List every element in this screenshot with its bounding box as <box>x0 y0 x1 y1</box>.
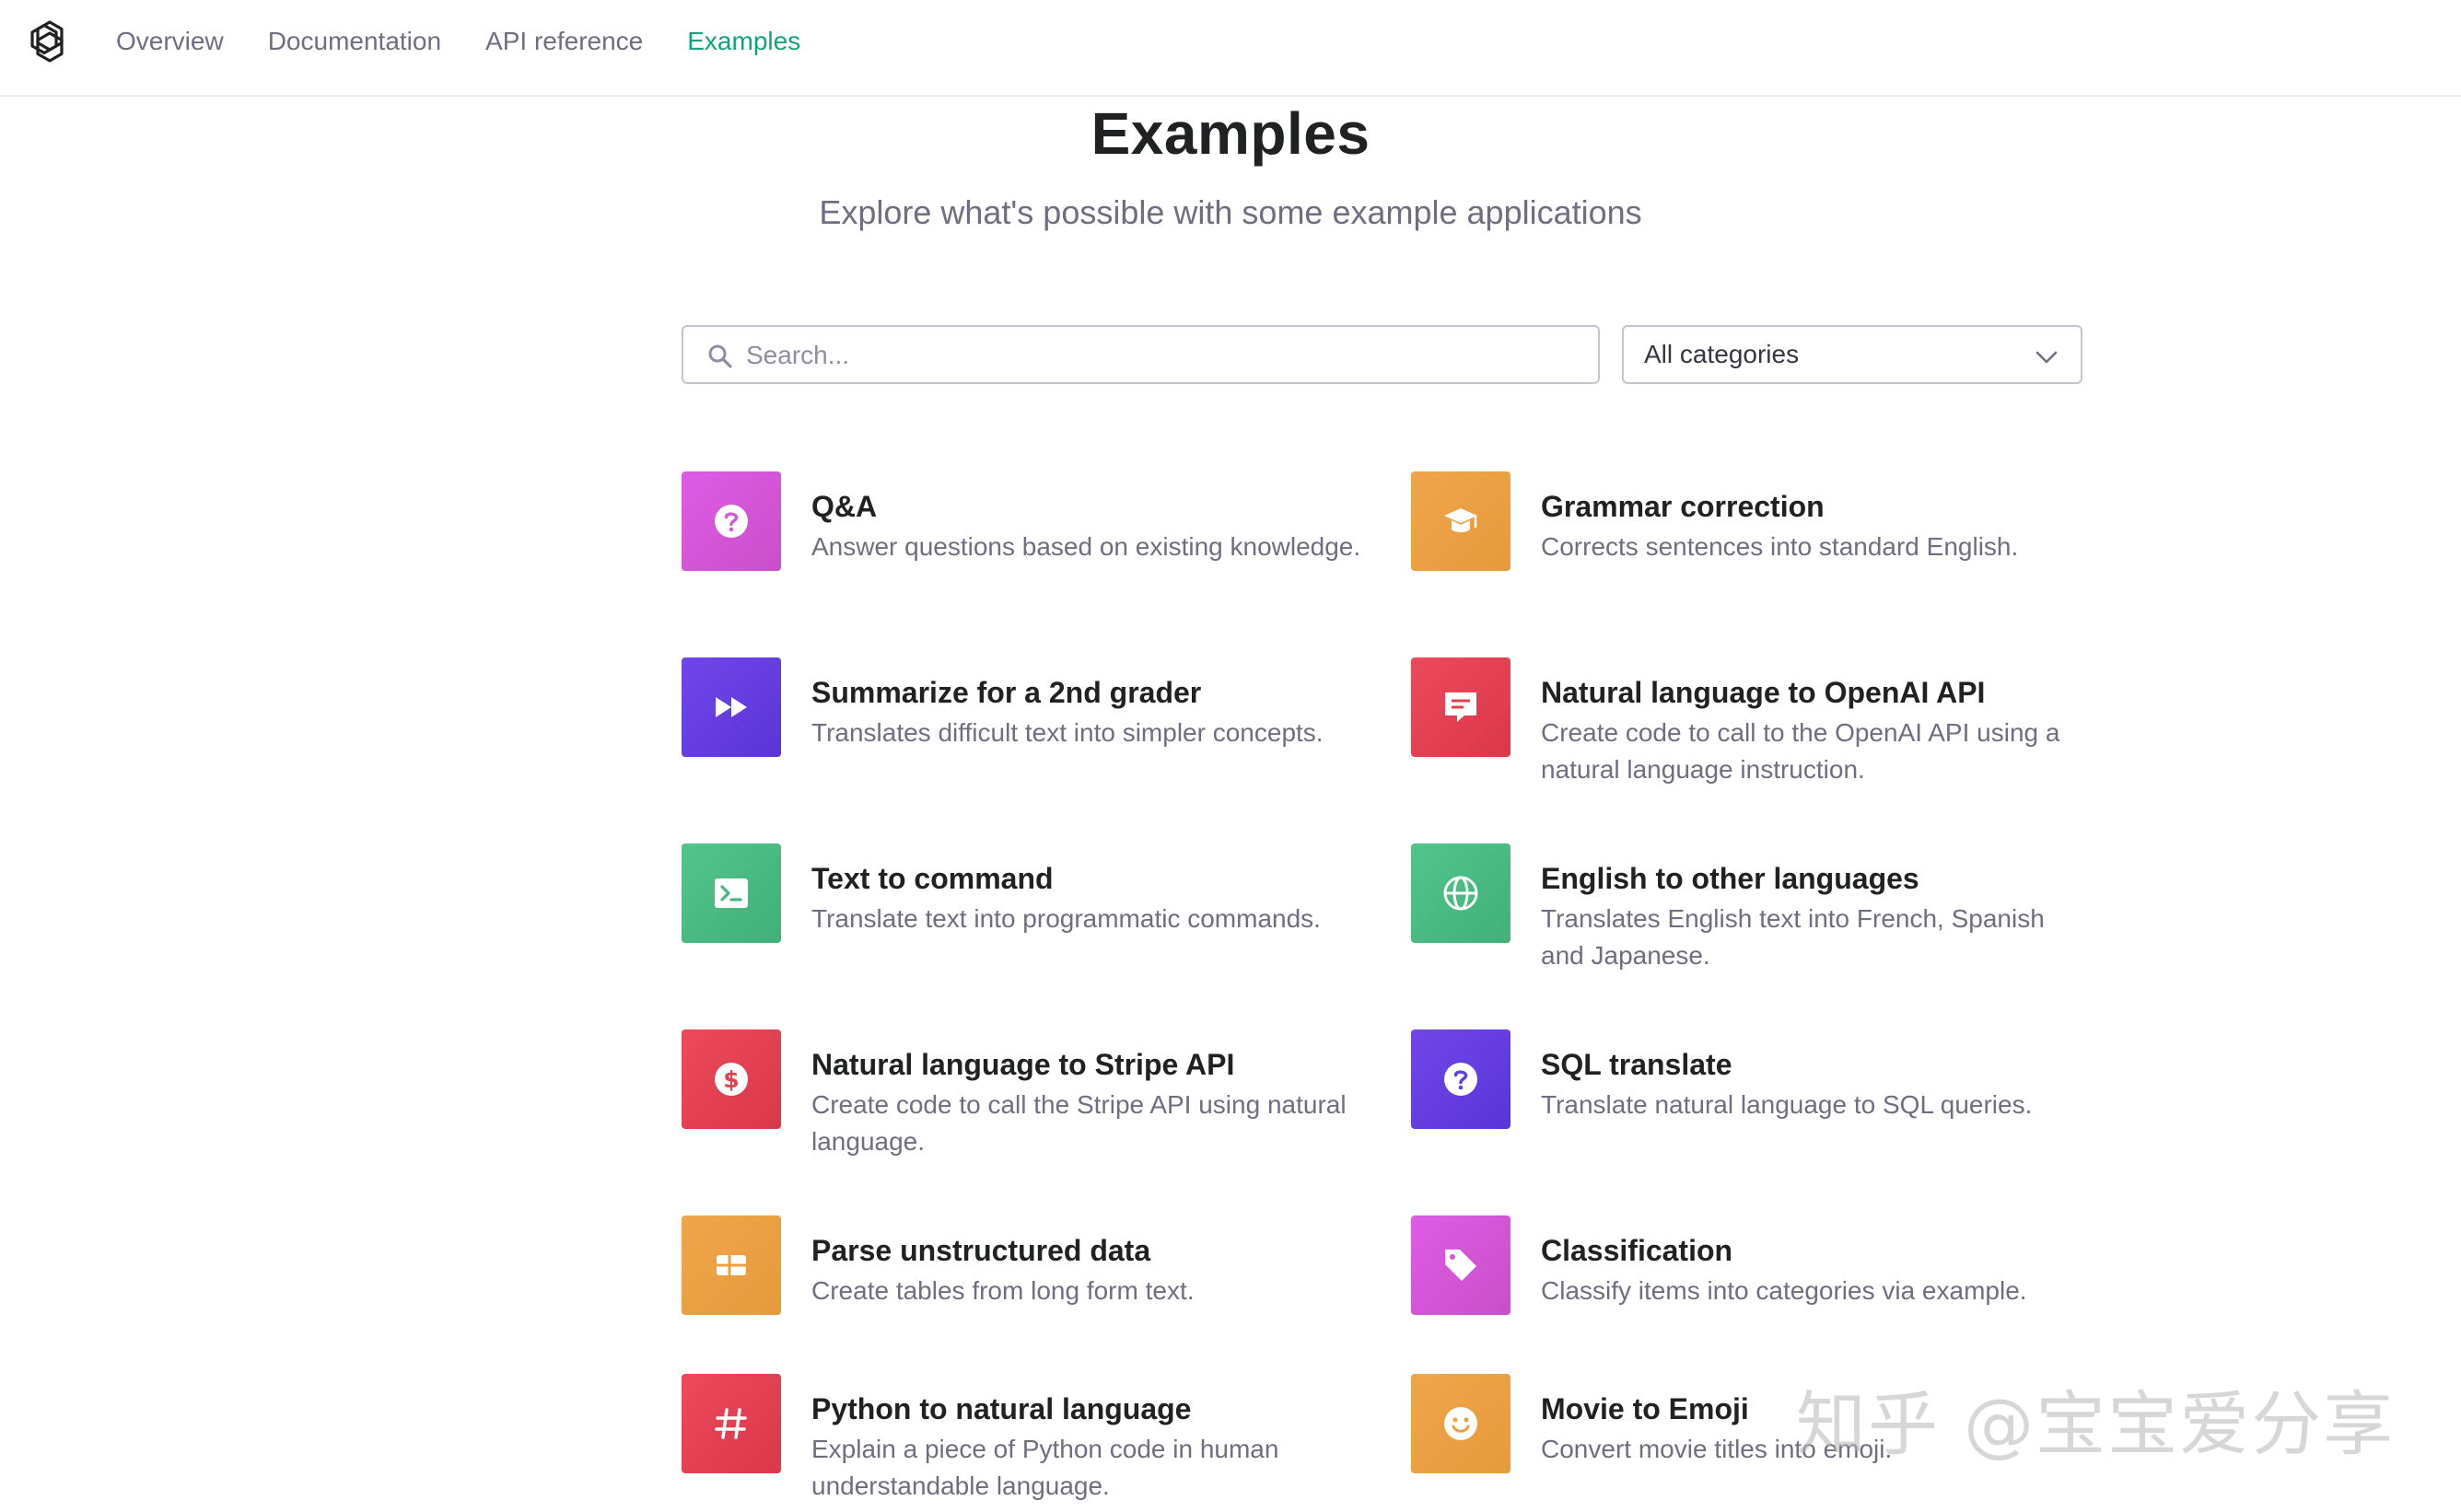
example-card-english-to-other-languages[interactable]: English to other languages Translates En… <box>1411 843 2111 982</box>
nav-links: Overview Documentation API reference Exa… <box>116 0 800 83</box>
nav-documentation[interactable]: Documentation <box>268 27 441 56</box>
example-title: Python to natural language <box>811 1392 1192 1425</box>
category-select[interactable]: All categories <box>1622 325 2082 384</box>
example-description: Explain a piece of Python code in human … <box>811 1435 1279 1500</box>
chat-bubble-icon <box>1411 657 1510 757</box>
globe-icon <box>1411 843 1510 943</box>
example-description: Classify items into categories via examp… <box>1541 1276 2027 1305</box>
example-card-classification[interactable]: Classification Classify items into categ… <box>1411 1215 2111 1354</box>
example-card-python-to-natural-language[interactable]: Python to natural language Explain a pie… <box>682 1374 1382 1512</box>
example-title: Natural language to OpenAI API <box>1541 676 1986 709</box>
example-description: Corrects sentences into standard English… <box>1541 532 2019 561</box>
svg-text:$: $ <box>723 1066 739 1093</box>
example-card-sql-translate[interactable]: SQL translate Translate natural language… <box>1411 1029 2111 1168</box>
example-description: Create tables from long form text. <box>811 1276 1195 1305</box>
search-input[interactable] <box>744 327 1577 384</box>
terminal-icon <box>682 843 781 943</box>
graduation-cap-icon <box>1411 471 1510 571</box>
fast-forward-icon <box>682 657 781 757</box>
example-card-nl-to-stripe-api[interactable]: $ Natural language to Stripe API Create … <box>682 1029 1382 1168</box>
example-title: English to other languages <box>1541 862 1919 895</box>
page-subtitle: Explore what's possible with some exampl… <box>819 193 1642 231</box>
watermark-text: 知乎 @宝宝爱分享 <box>1796 1383 2396 1465</box>
example-card-nl-to-openai-api[interactable]: Natural language to OpenAI API Create co… <box>1411 657 2111 796</box>
example-description: Translate natural language to SQL querie… <box>1541 1090 2033 1119</box>
top-navigation: Overview Documentation API reference Exa… <box>0 0 2461 97</box>
example-card-parse-unstructured-data[interactable]: Parse unstructured data Create tables fr… <box>682 1215 1382 1354</box>
example-title: Text to command <box>811 862 1054 895</box>
nav-api-reference[interactable]: API reference <box>485 27 643 56</box>
hash-icon <box>682 1374 781 1473</box>
example-title: Grammar correction <box>1541 490 1825 523</box>
page-title: Examples <box>1091 100 1370 167</box>
example-description: Create code to call to the OpenAI API us… <box>1541 718 2060 784</box>
example-card-grammar-correction[interactable]: Grammar correction Corrects sentences in… <box>1411 471 2111 610</box>
example-description: Translate text into programmatic command… <box>811 904 1321 933</box>
example-card-qa[interactable]: Q&A Answer questions based on existing k… <box>682 471 1382 610</box>
example-title: Parse unstructured data <box>811 1234 1151 1267</box>
example-description: Answer questions based on existing knowl… <box>811 532 1361 561</box>
tag-icon <box>1411 1215 1510 1315</box>
search-box[interactable] <box>682 325 1600 384</box>
example-description: Translates English text into French, Spa… <box>1541 904 2045 970</box>
chevron-down-icon <box>2035 351 2058 364</box>
example-title: Movie to Emoji <box>1541 1392 1749 1425</box>
example-title: SQL translate <box>1541 1048 1732 1081</box>
nav-examples[interactable]: Examples <box>687 27 800 56</box>
nav-overview[interactable]: Overview <box>116 27 224 56</box>
example-title: Classification <box>1541 1234 1733 1267</box>
search-icon <box>708 344 732 368</box>
question-icon <box>682 471 781 571</box>
example-card-text-to-command[interactable]: Text to command Translate text into prog… <box>682 843 1382 982</box>
example-description: Create code to call the Stripe API using… <box>811 1090 1347 1156</box>
table-icon <box>682 1215 781 1315</box>
smiley-icon <box>1411 1374 1510 1473</box>
example-title: Q&A <box>811 490 878 523</box>
dollar-icon: $ <box>682 1029 781 1129</box>
example-card-summarize[interactable]: Summarize for a 2nd grader Translates di… <box>682 657 1382 796</box>
example-title: Natural language to Stripe API <box>811 1048 1235 1081</box>
openai-logo-icon[interactable] <box>27 18 73 64</box>
example-title: Summarize for a 2nd grader <box>811 676 1202 709</box>
example-description: Translates difficult text into simpler c… <box>811 718 1324 747</box>
category-select-value: All categories <box>1644 340 1800 368</box>
question-icon <box>1411 1029 1510 1129</box>
